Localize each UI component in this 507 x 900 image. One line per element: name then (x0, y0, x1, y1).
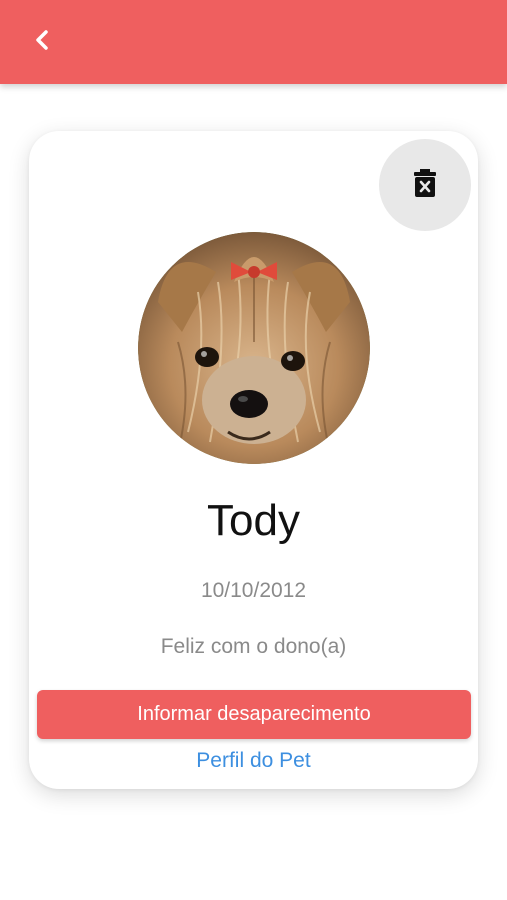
pet-birthdate: 10/10/2012 (200, 579, 307, 602)
pet-card: Tody 10/10/2012 Feliz com o dono(a) Info… (29, 131, 478, 789)
pet-name: Tody (207, 496, 300, 545)
back-button[interactable] (22, 22, 62, 62)
pet-detail-screen: Tody 10/10/2012 Feliz com o dono(a) Info… (0, 0, 507, 900)
pet-photo (138, 232, 370, 464)
top-app-bar (0, 0, 507, 84)
report-missing-button[interactable]: Informar desaparecimento (37, 690, 471, 739)
pet-profile-link[interactable]: Perfil do Pet (29, 747, 478, 775)
pet-status: Feliz com o dono(a) (160, 635, 347, 658)
trash-x-icon (412, 168, 438, 203)
delete-pet-button[interactable] (379, 139, 471, 231)
chevron-left-icon (33, 29, 51, 56)
